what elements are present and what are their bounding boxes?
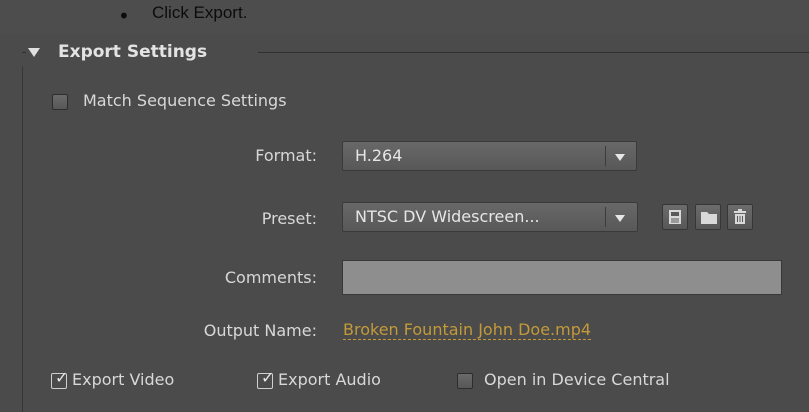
section-title: Export Settings: [58, 42, 208, 62]
instruction-banner: • Click Export.: [0, 0, 809, 34]
delete-preset-button[interactable]: [727, 204, 753, 230]
match-sequence-checkbox[interactable]: [52, 94, 68, 110]
output-name-label: Output Name:: [203, 321, 317, 340]
disclosure-triangle-icon[interactable]: [28, 47, 40, 57]
device-central-label: Open in Device Central: [484, 370, 670, 389]
import-preset-icon: [701, 212, 717, 224]
export-settings-header[interactable]: Export Settings: [28, 38, 207, 66]
device-central-checkbox[interactable]: [457, 373, 473, 389]
output-name-link[interactable]: Broken Fountain John Doe.mp4: [343, 321, 592, 340]
export-audio-checkbox[interactable]: ✓: [257, 368, 275, 389]
preset-value: NTSC DV Widescreen...: [355, 207, 540, 226]
comments-input[interactable]: [342, 260, 782, 295]
delete-preset-icon: [734, 209, 746, 224]
chevron-down-icon[interactable]: [615, 215, 625, 222]
preset-select[interactable]: NTSC DV Widescreen...: [342, 202, 638, 232]
select-divider: [605, 146, 606, 166]
check-icon: ✓: [261, 368, 275, 387]
export-audio-label: Export Audio: [278, 370, 381, 389]
format-label: Format:: [255, 146, 317, 165]
save-preset-button[interactable]: [662, 204, 688, 230]
check-icon: ✓: [55, 368, 69, 387]
preset-label: Preset:: [261, 209, 317, 228]
select-divider: [605, 207, 606, 227]
bullet: •: [118, 4, 130, 28]
section-rule-left: [22, 52, 26, 53]
instruction-text: Click Export.: [152, 3, 248, 22]
comments-label: Comments:: [224, 268, 317, 287]
save-preset-icon: [669, 210, 681, 224]
import-preset-button[interactable]: [695, 204, 721, 230]
panel-border: [22, 66, 23, 412]
chevron-down-icon[interactable]: [615, 154, 625, 161]
section-rule: [258, 52, 809, 53]
export-video-label: Export Video: [72, 370, 175, 389]
format-select[interactable]: H.264: [342, 141, 637, 171]
format-value: H.264: [355, 146, 403, 165]
match-sequence-label: Match Sequence Settings: [83, 91, 287, 110]
export-video-checkbox[interactable]: ✓: [51, 368, 69, 389]
